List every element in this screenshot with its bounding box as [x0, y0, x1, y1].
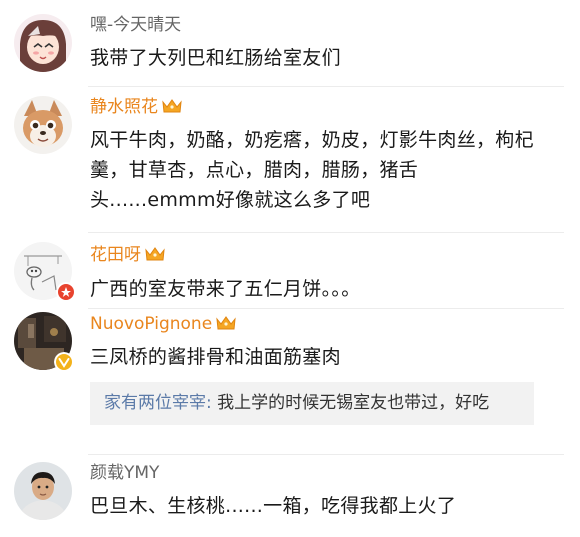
avatar[interactable] — [14, 242, 76, 302]
vip-crown-icon — [145, 247, 165, 261]
username-text: 花田呀 — [90, 245, 141, 265]
comment-username[interactable]: 嘿-今天晴天 — [90, 14, 181, 36]
comment-divider — [88, 308, 564, 309]
vip-crown-icon — [162, 99, 182, 113]
reply-text: 我上学的时候无锡室友也带过，好吃 — [217, 393, 490, 413]
comment-username[interactable]: 花田呀 — [90, 244, 166, 266]
username-text: NuovoPignone — [90, 314, 213, 334]
avatar[interactable] — [14, 462, 72, 520]
comment-divider — [88, 86, 564, 87]
avatar-person-icon — [14, 462, 72, 520]
red-verified-badge-icon — [56, 282, 76, 302]
username-text: 静水照花 — [90, 97, 158, 117]
comment-divider — [88, 232, 564, 233]
avatar-fox-icon — [14, 96, 72, 154]
avatar[interactable] — [14, 312, 74, 372]
avatar-anime-girl-icon — [14, 14, 72, 72]
comment-feed: 嘿-今天晴天 我带了大列巴和红肠给室友们 静水照花 风干牛肉，奶酪，奶疙瘩，奶皮… — [0, 0, 580, 537]
comment-text: 广西的室友带来了五仁月饼。。。 — [90, 278, 361, 300]
comment-text: 三凤桥的酱排骨和油面筋塞肉 — [90, 346, 341, 368]
vip-crown-icon — [216, 316, 236, 330]
comment-text: 风干牛肉，奶酪，奶疙瘩，奶皮，灯影牛肉丝，枸杞羹，甘草杏，点心，腊肉，腊肠，猪舌… — [90, 129, 534, 211]
reply-author[interactable]: 家有两位宰宰 — [104, 393, 206, 413]
comment-username[interactable]: 颜载YMY — [90, 462, 159, 484]
comment-divider — [88, 454, 564, 455]
comment-username[interactable]: NuovoPignone — [90, 313, 237, 335]
comment-text: 巴旦木、生核桃......一箱，吃得我都上火了 — [90, 495, 457, 517]
yellow-verified-badge-icon — [54, 352, 74, 372]
reply-box[interactable]: 家有两位宰宰: 我上学的时候无锡室友也带过，好吃 — [90, 382, 534, 425]
comment-username[interactable]: 静水照花 — [90, 96, 183, 118]
avatar[interactable] — [14, 14, 72, 72]
reply-separator: : — [206, 393, 218, 413]
avatar[interactable] — [14, 96, 72, 154]
comment-text: 我带了大列巴和红肠给室友们 — [90, 47, 341, 69]
